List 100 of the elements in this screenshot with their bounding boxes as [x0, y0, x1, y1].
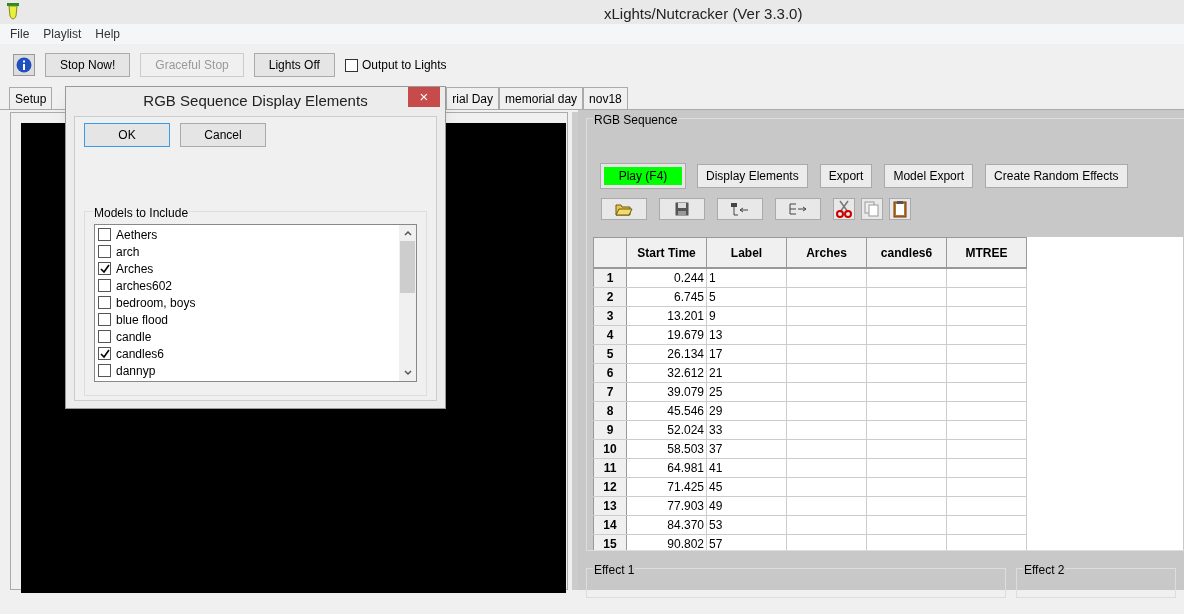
row-header[interactable]: 2 [593, 288, 627, 306]
scrollbar[interactable] [399, 225, 416, 381]
sequence-button[interactable]: Model Export [884, 164, 974, 188]
table-cell: 33 [707, 421, 787, 439]
icon-button[interactable] [601, 198, 647, 220]
close-button[interactable]: × [408, 87, 440, 107]
row-header[interactable]: 12 [593, 478, 627, 496]
list-item[interactable]: dannyp [95, 362, 399, 379]
row-header[interactable]: 8 [593, 402, 627, 420]
table-cell: 13.201 [627, 307, 707, 325]
row-header[interactable]: 7 [593, 383, 627, 401]
table-cell: 37 [707, 440, 787, 458]
list-item[interactable]: Aethers [95, 226, 399, 243]
row-header[interactable]: 9 [593, 421, 627, 439]
checkbox[interactable] [98, 364, 111, 377]
icon-button[interactable] [659, 198, 705, 220]
icon-button[interactable] [889, 198, 911, 220]
scissors-icon [836, 200, 852, 218]
model-name: candle [116, 328, 152, 346]
column-header[interactable]: MTREE [947, 237, 1027, 268]
row-header[interactable]: 11 [593, 459, 627, 477]
tree-expand-icon [788, 202, 808, 216]
checkbox[interactable] [98, 245, 111, 258]
menu-item[interactable]: Help [95, 25, 121, 43]
menu-item[interactable]: Playlist [43, 25, 82, 43]
menu-item[interactable]: File [10, 25, 30, 43]
table-cell: 41 [707, 459, 787, 477]
list-item[interactable]: arch [95, 243, 399, 260]
checkbox[interactable] [98, 228, 111, 241]
table-cell: 21 [707, 364, 787, 382]
sequence-button[interactable]: Create Random Effects [985, 164, 1128, 188]
checkbox[interactable] [344, 58, 358, 72]
column-header[interactable]: candles6 [867, 237, 947, 268]
info-button[interactable] [13, 54, 35, 76]
checkbox-label: Output to Lights [361, 57, 447, 74]
column-header[interactable]: Arches [787, 237, 867, 268]
toolbar-button[interactable]: Lights Off [253, 53, 335, 77]
open-folder-icon [615, 202, 633, 216]
tab[interactable]: Setup [9, 87, 53, 109]
checkbox[interactable] [98, 313, 111, 326]
table-cell: 6.745 [627, 288, 707, 306]
row-header[interactable]: 13 [593, 497, 627, 515]
icon-button[interactable] [833, 198, 855, 220]
icon-button[interactable] [717, 198, 763, 220]
paste-icon [893, 200, 907, 218]
checkbox[interactable] [98, 279, 111, 292]
column-header[interactable]: Start Time [627, 237, 707, 268]
model-name: Aethers [116, 226, 158, 244]
model-name: blue flood [116, 311, 169, 329]
row-header[interactable]: 1 [593, 269, 627, 287]
column-header[interactable]: Label [707, 237, 787, 268]
tab[interactable]: rial Day [446, 87, 500, 109]
row-header[interactable]: 3 [593, 307, 627, 325]
list-item[interactable]: Arches [95, 260, 399, 277]
table-cell: 45.546 [627, 402, 707, 420]
dialog-button[interactable]: OK [84, 123, 170, 147]
checkbox[interactable] [98, 296, 111, 309]
row-header[interactable]: 14 [593, 516, 627, 534]
table-cell: 53 [707, 516, 787, 534]
toolbar-button[interactable]: Stop Now! [45, 53, 131, 77]
list-item[interactable]: bedroom, boys [95, 294, 399, 311]
tree-collapse-icon [730, 202, 750, 216]
dialog-button[interactable]: Cancel [180, 123, 266, 147]
light-bulb-icon [5, 2, 21, 22]
model-name: dannyp [116, 362, 156, 380]
list-item[interactable]: arches602 [95, 277, 399, 294]
table-cell: 90.802 [627, 535, 707, 550]
table-cell: 64.981 [627, 459, 707, 477]
checkbox[interactable] [98, 347, 111, 360]
model-name: Arches [116, 260, 154, 278]
table-cell: 25 [707, 383, 787, 401]
table-cell: 9 [707, 307, 787, 325]
table-cell: 45 [707, 478, 787, 496]
table-cell: 26.134 [627, 345, 707, 363]
checkbox[interactable] [98, 330, 111, 343]
sequence-button[interactable]: Display Elements [697, 164, 808, 188]
table-cell: 49 [707, 497, 787, 515]
row-header[interactable]: 10 [593, 440, 627, 458]
window-title: xLights/Nutcracker (Ver 3.3.0) [604, 4, 803, 24]
table-cell: 77.903 [627, 497, 707, 515]
sequence-button[interactable]: Play (F4) [601, 164, 685, 188]
model-name: arch [116, 243, 140, 261]
tab[interactable]: nov18 [583, 87, 628, 109]
table-cell: 29 [707, 402, 787, 420]
row-header[interactable]: 5 [593, 345, 627, 363]
table-cell: 19.679 [627, 326, 707, 344]
sequence-button[interactable]: Export [819, 164, 873, 188]
table-cell: 39.079 [627, 383, 707, 401]
save-icon [675, 202, 689, 216]
checkbox[interactable] [98, 262, 111, 275]
table-cell: 0.244 [627, 269, 707, 287]
list-item[interactable]: blue flood [95, 311, 399, 328]
tab[interactable]: memorial day [499, 87, 584, 109]
row-header[interactable]: 6 [593, 364, 627, 382]
model-name: arches602 [116, 277, 173, 295]
row-header[interactable]: 4 [593, 326, 627, 344]
list-item[interactable]: candles6 [95, 345, 399, 362]
table-cell: 17 [707, 345, 787, 363]
list-item[interactable]: candle [95, 328, 399, 345]
row-header[interactable]: 15 [593, 535, 627, 550]
